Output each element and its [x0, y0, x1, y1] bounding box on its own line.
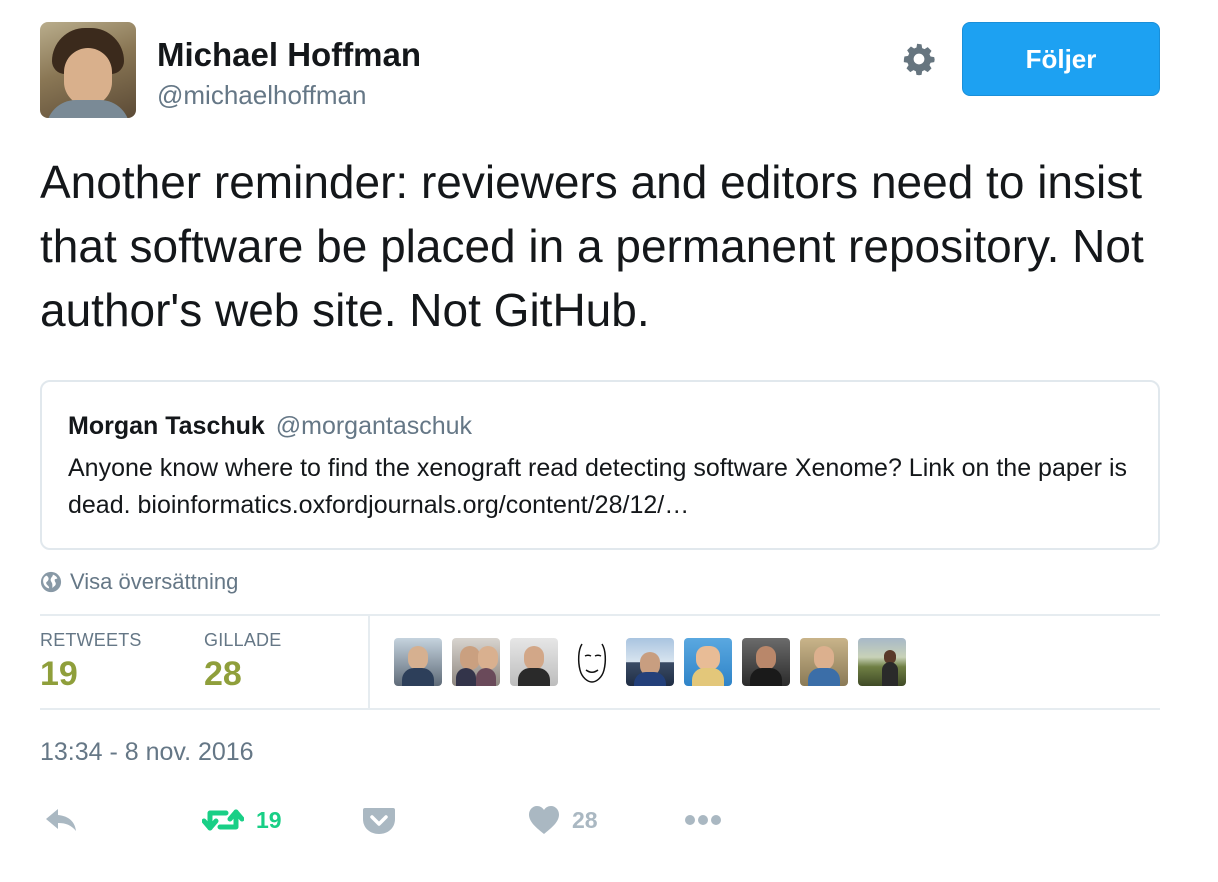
- reply-icon: [46, 809, 76, 831]
- more-icon: [685, 815, 721, 825]
- translate-link[interactable]: Visa översättning: [40, 568, 238, 596]
- liker-avatar[interactable]: [626, 638, 674, 686]
- reply-button[interactable]: [44, 800, 78, 840]
- quoted-tweet-text: Anyone know where to find the xenograft …: [68, 454, 1127, 519]
- retweet-count: 19: [256, 806, 282, 833]
- liker-avatar[interactable]: [800, 638, 848, 686]
- liker-avatar[interactable]: [858, 638, 906, 686]
- globe-icon: [40, 571, 62, 593]
- like-count: 28: [572, 806, 598, 833]
- liker-avatar[interactable]: [394, 638, 442, 686]
- tweet-text: Another reminder: reviewers and editors …: [40, 156, 1144, 336]
- stats-divider-bottom: [40, 708, 1160, 710]
- quoted-author-handle: @morgantaschuk: [275, 412, 473, 440]
- stats-separator: [368, 616, 370, 708]
- like-button[interactable]: 28: [528, 800, 598, 840]
- heart-icon: [529, 806, 559, 834]
- liker-avatar[interactable]: [510, 638, 558, 686]
- retweets-stat[interactable]: RETWEETS 19: [40, 630, 142, 694]
- author-avatar[interactable]: [40, 22, 136, 118]
- quoted-tweet[interactable]: Morgan Taschuk @morgantaschuk Anyone kno…: [40, 380, 1160, 550]
- likes-stat[interactable]: GILLADE 28: [204, 630, 281, 694]
- more-button[interactable]: [684, 800, 724, 840]
- liker-avatar[interactable]: [684, 638, 732, 686]
- follow-button[interactable]: Följer: [962, 22, 1160, 96]
- retweets-label: RETWEETS: [40, 630, 142, 650]
- pocket-icon: [363, 808, 395, 834]
- liker-avatar[interactable]: [568, 638, 616, 686]
- save-button[interactable]: [362, 800, 396, 840]
- liker-avatars: [394, 638, 906, 686]
- gear-icon[interactable]: [900, 40, 938, 78]
- retweets-value: 19: [40, 655, 78, 693]
- quoted-author-name: Morgan Taschuk: [68, 412, 265, 440]
- likes-label: GILLADE: [204, 630, 282, 650]
- stats-divider-top: [40, 614, 1160, 616]
- quoted-tweet-header: Morgan Taschuk @morgantaschuk: [68, 412, 472, 441]
- author-handle[interactable]: @michaelhoffman: [157, 80, 366, 111]
- tweet-timestamp[interactable]: 13:34 - 8 nov. 2016: [40, 738, 254, 767]
- translate-label: Visa översättning: [70, 569, 239, 594]
- retweet-icon: [202, 809, 244, 831]
- liker-avatar[interactable]: [742, 638, 790, 686]
- avatar-shirt: [46, 100, 130, 118]
- likes-value: 28: [204, 655, 242, 693]
- retweet-button[interactable]: 19: [202, 800, 282, 840]
- liker-avatar[interactable]: [452, 638, 500, 686]
- avatar-face: [64, 48, 112, 106]
- author-name[interactable]: Michael Hoffman: [157, 36, 421, 74]
